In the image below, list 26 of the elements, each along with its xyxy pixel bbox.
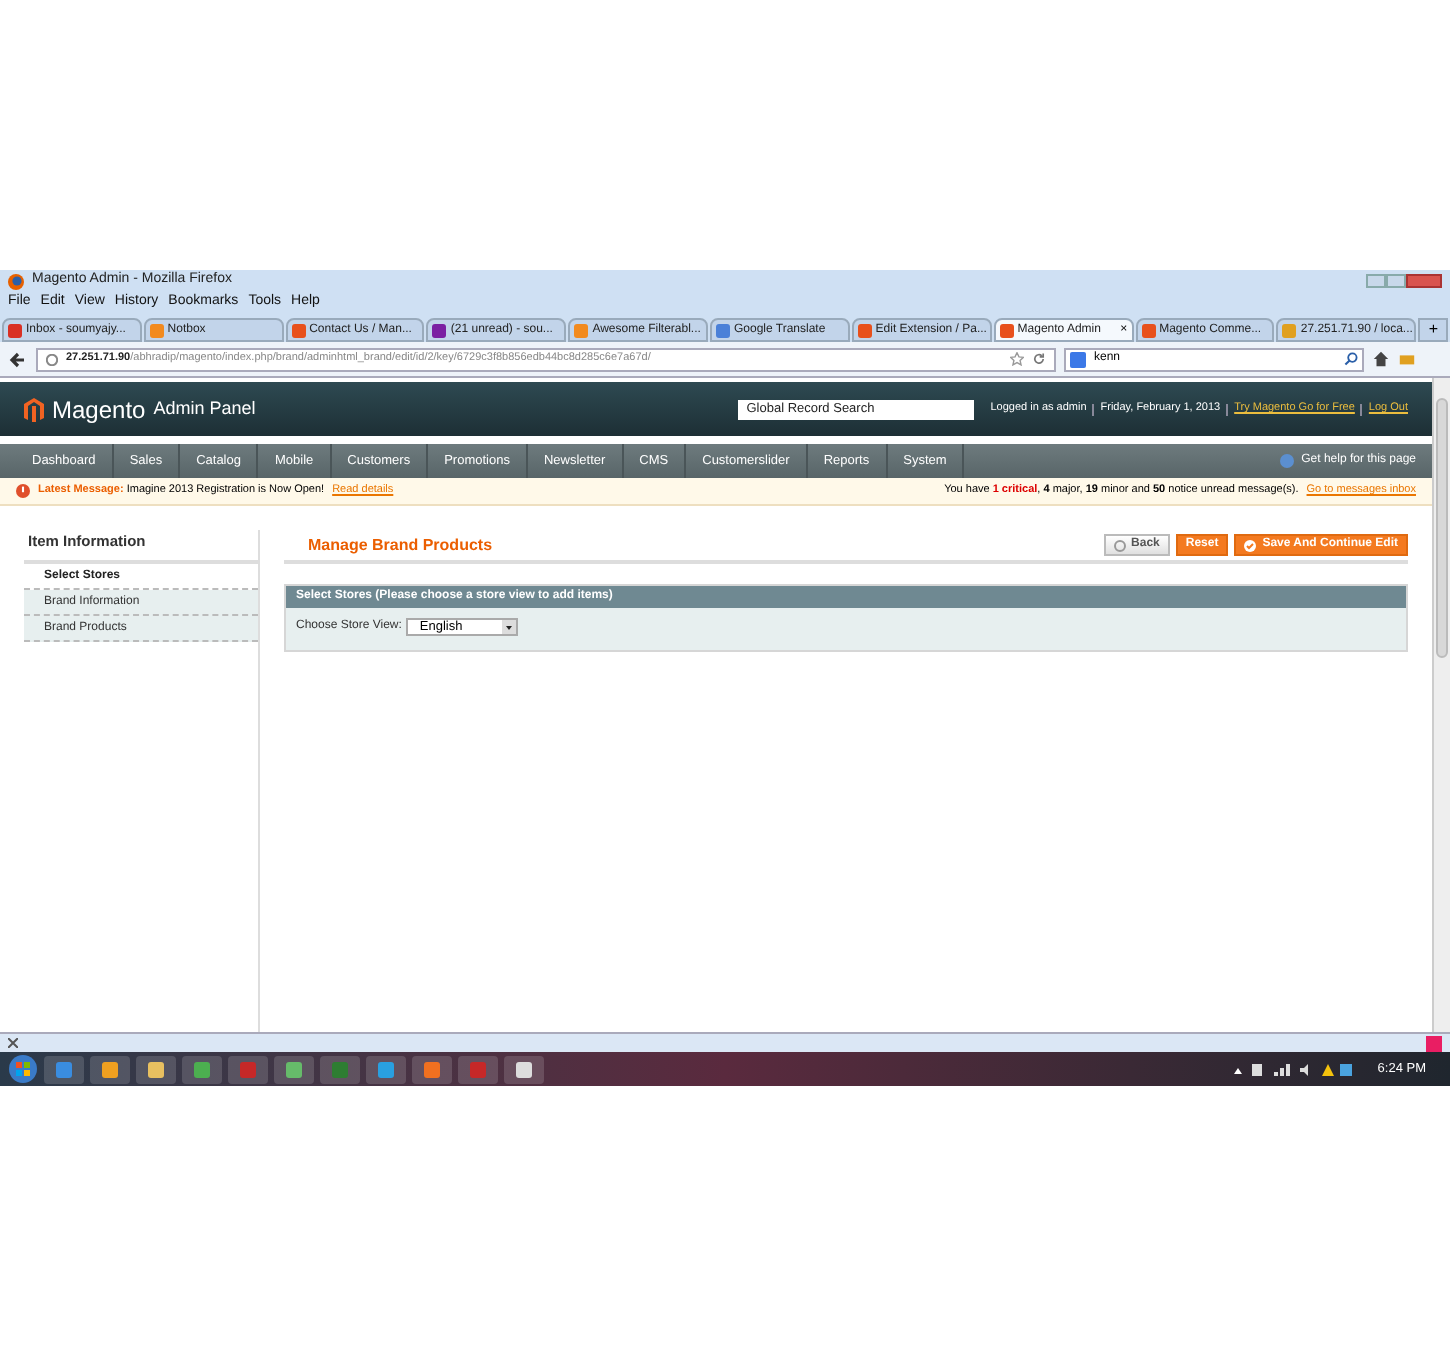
start-button-icon[interactable]	[8, 1054, 38, 1084]
back-arrow-icon[interactable]	[8, 349, 28, 369]
app-icon[interactable]	[274, 1055, 314, 1083]
dropdown-arrow-icon	[501, 620, 516, 634]
app-icon[interactable]	[90, 1055, 130, 1083]
star-icon[interactable]	[1010, 352, 1024, 366]
page-title: Manage Brand Products	[308, 533, 493, 557]
scrollbar[interactable]	[1432, 378, 1450, 1032]
check-icon	[1244, 539, 1257, 551]
app-icon[interactable]	[412, 1055, 452, 1083]
alert-icon	[16, 484, 30, 498]
home-icon[interactable]	[1372, 350, 1390, 368]
reload-icon[interactable]	[1032, 352, 1046, 366]
close-icon[interactable]	[8, 1038, 18, 1048]
new-tab-button[interactable]: +	[1418, 318, 1449, 342]
app-icon[interactable]	[504, 1055, 544, 1083]
logo-subtitle: Admin Panel	[153, 395, 256, 422]
firefox-icon	[8, 273, 24, 289]
tray-icons-drawing[interactable]	[1233, 1061, 1354, 1077]
app-icon[interactable]	[136, 1055, 176, 1083]
back-icon	[1113, 539, 1126, 551]
app-icon[interactable]	[182, 1055, 222, 1083]
magento-logo-icon	[24, 397, 44, 421]
logo-text: Magento	[52, 393, 146, 427]
app-icon[interactable]	[366, 1055, 406, 1083]
search-icon[interactable]	[1344, 352, 1358, 366]
